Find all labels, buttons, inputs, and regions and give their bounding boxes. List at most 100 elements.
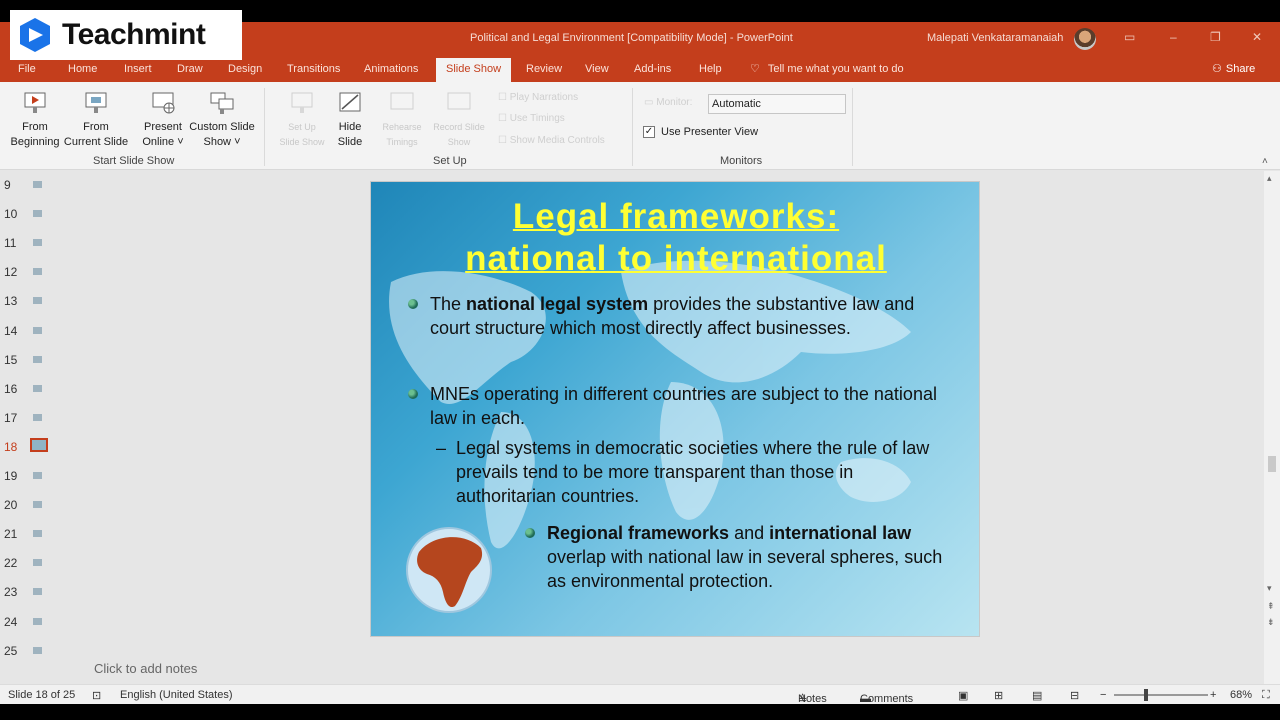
slide-thumbnail[interactable]: 14	[0, 321, 58, 341]
group-separator	[852, 88, 853, 166]
tab-design[interactable]: Design	[228, 63, 262, 75]
slide-thumbnail[interactable]: 22	[0, 553, 58, 573]
next-slide-icon[interactable]: ⇟	[1267, 617, 1275, 628]
fit-to-window-icon[interactable]: ⛶	[1262, 689, 1270, 702]
slide-thumbnail[interactable]: 10	[0, 204, 58, 224]
slide-show-view-icon[interactable]: ⊟	[1070, 689, 1079, 702]
close-icon[interactable]: ✕	[1252, 30, 1262, 44]
tab-help[interactable]: Help	[699, 63, 722, 75]
tell-me-search[interactable]: ♡ Tell me what you want to do	[750, 62, 904, 75]
slide-18[interactable]: Legal frameworks: national to internatio…	[370, 181, 980, 637]
collapse-ribbon-icon[interactable]: ˄	[1262, 156, 1268, 167]
slide-thumbnail-icon	[33, 559, 42, 567]
monitor-select[interactable]: Automatic	[708, 94, 846, 114]
tab-review[interactable]: Review	[526, 63, 562, 75]
from-beginning-line1: From	[22, 121, 48, 133]
tab-file[interactable]: File	[18, 63, 36, 75]
slide-number: 25	[4, 643, 18, 658]
scrollbar-thumb[interactable]	[1268, 456, 1276, 472]
slide-thumbnail[interactable]: 16	[0, 379, 58, 399]
tab-slide-show[interactable]: Slide Show	[436, 58, 512, 82]
ribbon-display-options-icon[interactable]: ▭	[1124, 30, 1135, 44]
slide-thumbnail-icon	[33, 210, 42, 218]
slide-sorter-icon[interactable]: ⊞	[994, 689, 1003, 702]
slide-thumbnail-icon	[33, 355, 42, 363]
tab-view[interactable]: View	[585, 63, 609, 75]
slide-thumbnail[interactable]: 12	[0, 262, 58, 282]
minimize-icon[interactable]: –	[1170, 30, 1177, 44]
tab-home[interactable]: Home	[68, 63, 97, 75]
zoom-level[interactable]: 68%	[1230, 689, 1252, 701]
from-beginning-button[interactable]: From Beginning	[8, 90, 62, 150]
normal-view-icon[interactable]: ▣	[958, 689, 968, 702]
slide-number: 10	[4, 207, 18, 222]
present-online-button[interactable]: Present Online ˅	[139, 90, 187, 150]
notes-pane[interactable]: Click to add notes	[62, 656, 1264, 684]
slide-thumbnail[interactable]: 20	[0, 495, 58, 515]
slide-thumbnail-icon	[33, 588, 42, 596]
use-timings-checkbox[interactable]: ☐ Use Timings	[498, 113, 565, 124]
zoom-in-icon[interactable]: +	[1210, 689, 1216, 701]
slide-thumbnail[interactable]: 11	[0, 233, 58, 253]
status-bar: Slide 18 of 25 ⊡ English (United States)…	[0, 684, 1280, 706]
bullet4-bold2: international law	[769, 523, 912, 543]
slide-number: 22	[4, 556, 18, 571]
custom-slide-show-button[interactable]: Custom Slide Show ˅	[188, 90, 256, 150]
slide-thumbnail[interactable]: 18	[0, 437, 58, 457]
user-name[interactable]: Malepati Venkataramanaiah	[927, 32, 1063, 44]
spell-check-icon[interactable]: ⊡	[92, 689, 101, 702]
use-presenter-view-checkbox[interactable]: ✓ Use Presenter View	[643, 126, 758, 138]
monitor-label-text: Monitor:	[656, 97, 693, 108]
tab-insert[interactable]: Insert	[124, 63, 152, 75]
tab-draw[interactable]: Draw	[177, 63, 203, 75]
scroll-down-icon[interactable]: ▾	[1267, 583, 1272, 594]
rehearse-timings-button[interactable]: Rehearse Timings	[376, 90, 428, 150]
slide-thumbnail[interactable]: 15	[0, 350, 58, 370]
record-slide-show-button[interactable]: Record Slide Show	[428, 90, 490, 150]
custom-show-line2: Show	[203, 136, 232, 148]
tab-animations[interactable]: Animations	[364, 63, 418, 75]
rehearse-icon	[390, 92, 414, 110]
ribbon-slide-show: From Beginning From Current Slide Presen…	[0, 82, 1280, 170]
from-current-slide-button[interactable]: From Current Slide	[63, 90, 129, 150]
globe-africa-icon	[406, 527, 492, 613]
zoom-slider-knob[interactable]	[1144, 689, 1148, 701]
vertical-scrollbar[interactable]: ▴ ▾ ⇞ ⇟	[1264, 171, 1280, 684]
slide-number: 24	[4, 614, 18, 629]
scroll-up-icon[interactable]: ▴	[1267, 173, 1272, 184]
set-up-slide-show-button[interactable]: Set Up Slide Show	[278, 90, 326, 150]
share-button[interactable]: ⚇ Share	[1212, 62, 1255, 75]
slide-thumbnail[interactable]: 19	[0, 466, 58, 486]
show-media-controls-checkbox[interactable]: ☐ Show Media Controls	[498, 135, 605, 146]
from-current-line2: Current Slide	[63, 136, 129, 148]
slide-thumbnail[interactable]: 25	[0, 641, 58, 661]
previous-slide-icon[interactable]: ⇞	[1267, 601, 1275, 612]
slide-number: 9	[4, 178, 11, 192]
bullet-national-legal-system: The national legal system provides the s…	[408, 292, 950, 340]
hide-slide-button[interactable]: Hide Slide	[332, 90, 368, 150]
slide-number: 11	[4, 236, 17, 251]
tab-add-ins[interactable]: Add-ins	[634, 63, 671, 75]
record-icon	[447, 92, 471, 110]
slide-thumbnail[interactable]: 24	[0, 612, 58, 632]
hide-slide-line1: Hide	[338, 121, 362, 133]
zoom-out-icon[interactable]: −	[1100, 689, 1106, 701]
tab-transitions[interactable]: Transitions	[287, 63, 340, 75]
slide-thumbnail[interactable]: 17	[0, 408, 58, 428]
avatar[interactable]	[1074, 28, 1096, 50]
slide-title: Legal frameworks: national to internatio…	[371, 196, 979, 280]
slide-thumbnail[interactable]: 23	[0, 582, 58, 602]
restore-icon[interactable]: ❐	[1210, 30, 1221, 44]
use-timings-label: Use Timings	[509, 113, 565, 124]
play-narrations-checkbox[interactable]: ☐ Play Narrations	[498, 92, 578, 103]
language-indicator[interactable]: English (United States)	[120, 689, 233, 701]
slide-thumbnail[interactable]: 13	[0, 291, 58, 311]
group-label-start-slide-show: Start Slide Show	[93, 155, 175, 167]
zoom-slider[interactable]	[1114, 689, 1208, 701]
bottom-black-band	[0, 704, 1280, 720]
reading-view-icon[interactable]: ▤	[1032, 689, 1042, 702]
slide-thumbnail[interactable]: 21	[0, 524, 58, 544]
slide-thumbnail[interactable]: 9	[0, 175, 58, 195]
setup-icon	[291, 92, 313, 113]
setup-line2: Slide Show	[279, 137, 325, 147]
